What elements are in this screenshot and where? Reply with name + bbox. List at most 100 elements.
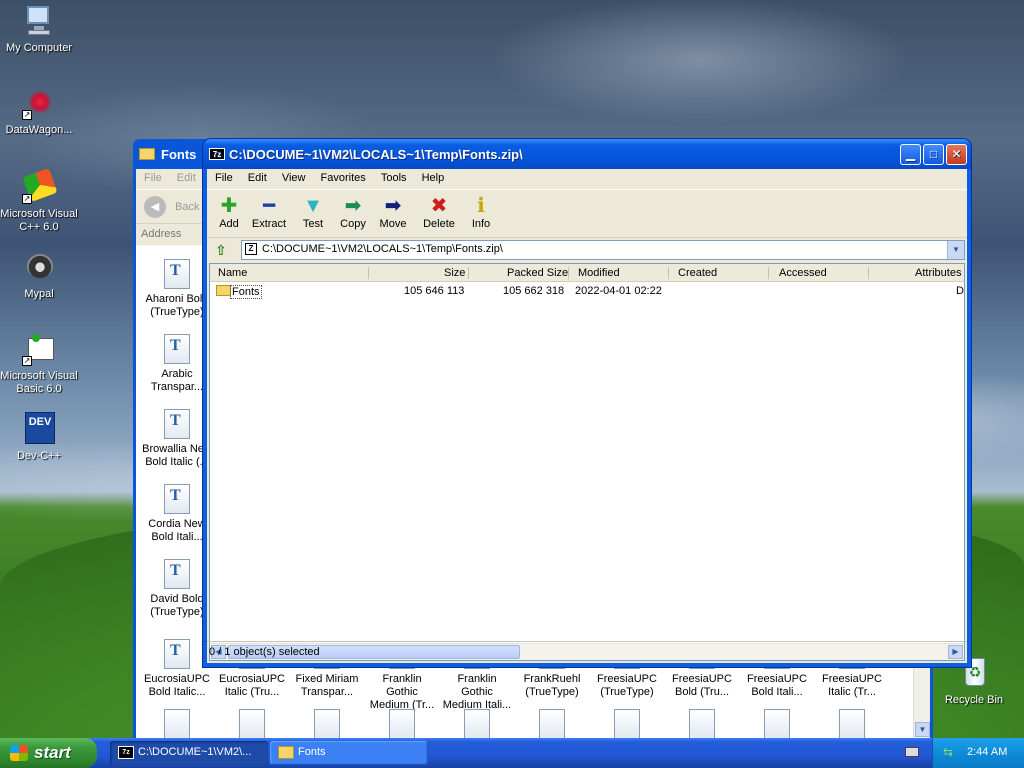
archive-icon: Z (245, 243, 257, 255)
folder-icon (278, 746, 294, 759)
column-header-attributes[interactable]: Attributes (915, 267, 961, 279)
task-button-fonts[interactable]: Fonts (270, 741, 428, 765)
delete-button[interactable]: ✖ Delete (417, 194, 461, 230)
7zip-app-icon: 7z (118, 746, 134, 759)
table-row[interactable]: Fonts 105 646 113 105 662 318 2022-04-01… (210, 284, 964, 300)
visual-basic-icon: ↗ (22, 332, 56, 366)
desktop-icon-visual-cpp[interactable]: ↗ Microsoft Visual C++ 6.0 (0, 167, 81, 234)
font-file-label: FreesiaUPC (TrueType) (597, 673, 657, 698)
menu-edit[interactable]: Edit (242, 171, 273, 185)
address-text: C:\DOCUME~1\VM2\LOCALS~1\Temp\Fonts.zip\ (262, 243, 503, 255)
row-attributes: D (956, 285, 964, 297)
toolbar-label: Move (379, 218, 407, 230)
file-list[interactable]: Name Size Packed Size Modified Created A… (209, 263, 965, 661)
zip-window-title: C:\DOCUME~1\VM2\LOCALS~1\Temp\Fonts.zip\ (229, 147, 523, 162)
zip-menubar: File Edit View Favorites Tools Help (207, 169, 967, 189)
extract-icon: ━ (262, 195, 276, 217)
column-header-name[interactable]: Name (218, 267, 247, 279)
close-button[interactable]: ✕ (946, 144, 967, 165)
clock[interactable]: 2:44 AM (967, 746, 1007, 758)
file-list-header: Name Size Packed Size Modified Created A… (210, 264, 964, 282)
minimize-icon: ▁ (905, 147, 916, 161)
folder-icon (139, 148, 155, 160)
computer-icon (22, 4, 56, 38)
font-file-icon (764, 709, 790, 739)
add-button[interactable]: ✚ Add (207, 194, 251, 230)
folder-icon (216, 285, 231, 296)
font-file-icon (689, 709, 715, 739)
desktop-icon-label: DataWagon... (5, 124, 73, 136)
info-button[interactable]: ℹ Info (459, 194, 503, 230)
address-input[interactable]: Z C:\DOCUME~1\VM2\LOCALS~1\Temp\Fonts.zi… (241, 240, 965, 260)
desktop-icon-devcpp[interactable]: DEV Dev-C++ (0, 412, 81, 463)
font-file-icon: T (164, 409, 190, 439)
font-file-icon (164, 709, 190, 739)
desktop-icon-label: Microsoft Visual C++ 6.0 (0, 208, 78, 233)
move-icon: ➡ (384, 195, 402, 217)
chevron-down-icon[interactable]: ▼ (947, 241, 964, 259)
font-file-icon: T (164, 559, 190, 589)
keyboard-icon[interactable] (905, 747, 919, 757)
column-header-packed-size[interactable]: Packed Size (507, 267, 568, 279)
toolbar-label: Info (471, 218, 491, 230)
test-button[interactable]: ▼ Test (291, 194, 335, 230)
menu-tools[interactable]: Tools (375, 171, 413, 185)
menu-edit[interactable]: Edit (177, 172, 196, 184)
font-file-icon (239, 709, 265, 739)
back-arrow-icon[interactable]: ◀ (144, 196, 166, 218)
mypal-icon (22, 250, 56, 284)
font-file-label: EucrosiaUPC Bold Italic... (143, 673, 211, 698)
desktop-icon-mypal[interactable]: Mypal (0, 250, 81, 301)
info-icon: ℹ (477, 195, 485, 217)
font-file-icon: T (164, 334, 190, 364)
column-header-modified[interactable]: Modified (578, 267, 620, 279)
desktop-icon-datawagon[interactable]: ↗ DataWagon... (0, 86, 81, 137)
extract-button[interactable]: ━ Extract (247, 194, 291, 230)
menu-favorites[interactable]: Favorites (315, 171, 372, 185)
menu-file[interactable]: File (144, 172, 162, 184)
minimize-button[interactable]: ▁ (900, 144, 921, 165)
windows-logo-icon (10, 745, 28, 761)
visual-cpp-icon: ↗ (22, 167, 58, 204)
task-button-7zip[interactable]: 7z C:\DOCUME~1\VM2\... (110, 741, 268, 765)
scroll-down-icon[interactable]: ▼ (915, 722, 930, 737)
copy-button[interactable]: ➡ Copy (331, 194, 375, 230)
shortcut-arrow-icon: ↗ (22, 356, 32, 366)
menu-view[interactable]: View (276, 171, 312, 185)
zip-window-body: File Edit View Favorites Tools Help ✚ Add… (207, 169, 967, 663)
move-button[interactable]: ➡ Move (371, 194, 415, 230)
status-text: 0 / 1 object(s) selected (209, 646, 320, 658)
back-button[interactable]: Back (175, 201, 199, 213)
font-file-label: Franklin Gothic Medium Itali... (442, 673, 512, 711)
devcpp-icon: DEV (22, 412, 56, 446)
desktop-icon-label: Mypal (24, 288, 54, 300)
up-folder-icon[interactable]: ⇧ (211, 241, 231, 259)
font-file-label: FreesiaUPC Bold Itali... (747, 673, 807, 698)
system-tray: ⇆ 2:44 AM (932, 738, 1024, 768)
toolbar-label: Test (302, 218, 324, 230)
column-header-size[interactable]: Size (444, 267, 465, 279)
desktop-icon-visual-basic[interactable]: ↗ Microsoft Visual Basic 6.0 (0, 332, 81, 396)
font-file-icon (464, 709, 490, 739)
zip-window-titlebar[interactable]: 7z C:\DOCUME~1\VM2\LOCALS~1\Temp\Fonts.z… (203, 139, 971, 169)
menu-help[interactable]: Help (416, 171, 451, 185)
shortcut-arrow-icon: ↗ (22, 110, 32, 120)
row-modified: 2022-04-01 02:22 (575, 285, 662, 297)
network-icon[interactable]: ⇆ (943, 746, 957, 758)
test-icon: ▼ (303, 195, 323, 217)
column-header-created[interactable]: Created (678, 267, 717, 279)
start-button[interactable]: start (0, 738, 97, 768)
column-header-accessed[interactable]: Accessed (779, 267, 827, 279)
menu-file[interactable]: File (209, 171, 239, 185)
toolbar-label: Copy (340, 218, 366, 230)
taskbar: start 7z C:\DOCUME~1\VM2\... Fonts ⇆ 2:4… (0, 738, 1024, 768)
maximize-button[interactable]: □ (923, 144, 944, 165)
zip-window[interactable]: 7z C:\DOCUME~1\VM2\LOCALS~1\Temp\Fonts.z… (203, 139, 971, 667)
7zip-app-icon: 7z (209, 148, 225, 160)
font-file-label: FrankRuehl (TrueType) (523, 673, 581, 698)
maximize-icon: □ (929, 147, 938, 161)
datawagon-icon: ↗ (22, 86, 56, 120)
font-file-icon: T (164, 639, 190, 669)
font-file-icon (539, 709, 565, 739)
desktop-icon-my-computer[interactable]: My Computer (0, 4, 81, 55)
